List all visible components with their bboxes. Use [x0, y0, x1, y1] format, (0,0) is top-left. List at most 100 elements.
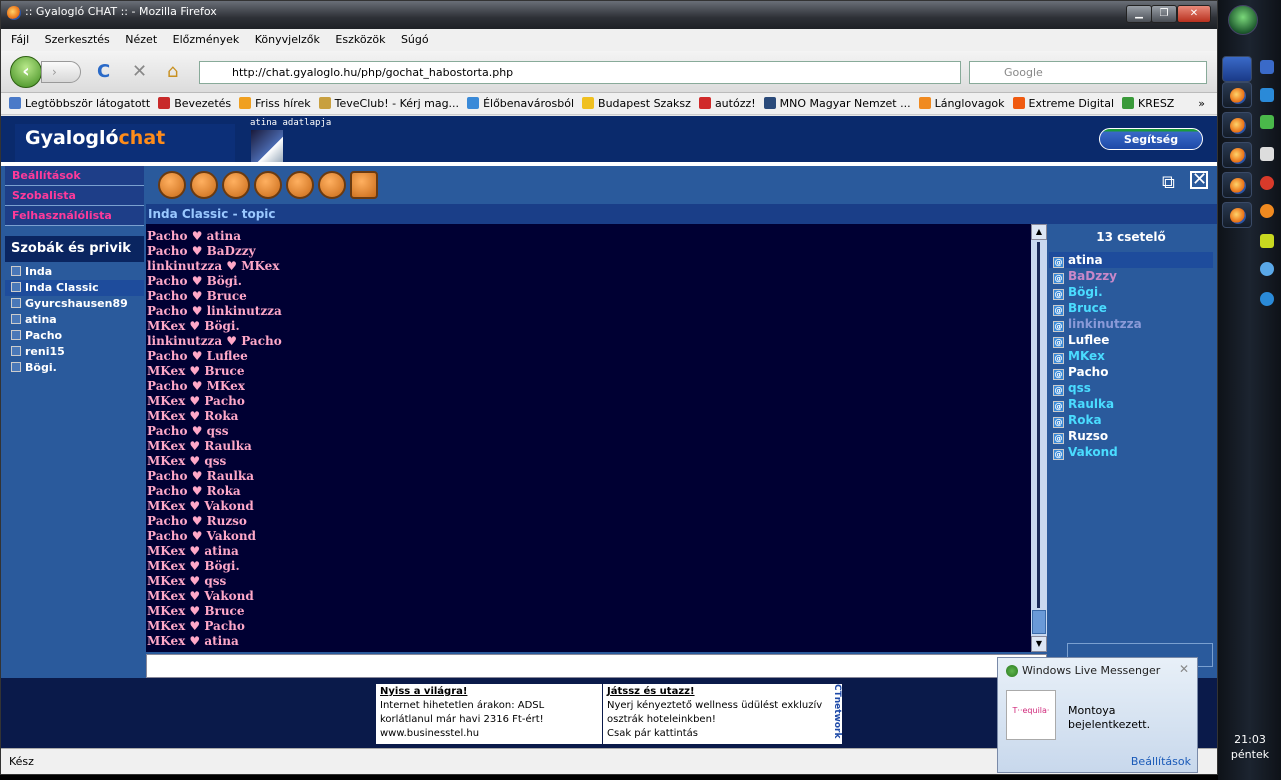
- message-input[interactable]: [146, 654, 1047, 678]
- bookmark-item[interactable]: Élőbenavárosból: [467, 93, 574, 114]
- monitor-icon[interactable]: [1260, 60, 1274, 74]
- menu-userlist[interactable]: Felhasználólista: [5, 206, 144, 226]
- chat-scrollbar[interactable]: ▲ ▼: [1031, 224, 1047, 652]
- site-logo[interactable]: Gyaloglóchat: [15, 124, 235, 162]
- emote-icon[interactable]: [190, 171, 218, 199]
- avatar[interactable]: [251, 130, 283, 162]
- ad-link[interactable]: www.businesstel.hu: [380, 728, 479, 739]
- scroll-down-icon[interactable]: ▼: [1031, 636, 1047, 652]
- back-button[interactable]: ‹: [10, 56, 42, 88]
- reload-icon[interactable]: C: [97, 61, 110, 83]
- taskbar-item[interactable]: [1222, 56, 1252, 82]
- scroll-thumb[interactable]: [1032, 610, 1046, 634]
- search-input[interactable]: Google: [969, 61, 1207, 84]
- home-icon[interactable]: ⌂: [167, 61, 178, 83]
- user-item[interactable]: @ Raulka: [1049, 396, 1213, 412]
- user-item[interactable]: @ Luflee: [1049, 332, 1213, 348]
- opera-icon[interactable]: [1260, 176, 1274, 190]
- room-item[interactable]: Inda Classic: [5, 280, 144, 296]
- taskbar-item[interactable]: [1222, 112, 1252, 138]
- note-icon[interactable]: [350, 171, 378, 199]
- bookmark-item[interactable]: Legtöbbször látogatott: [9, 93, 150, 114]
- room-item[interactable]: Inda: [5, 264, 144, 280]
- bookmark-item[interactable]: Friss hírek: [239, 93, 311, 114]
- menu-bookmarks[interactable]: Könyvjelzők: [255, 33, 320, 46]
- user-item[interactable]: @ Vakond: [1049, 444, 1213, 460]
- messenger-settings-link[interactable]: Beállítások: [1131, 755, 1191, 768]
- room-item[interactable]: reni15: [5, 344, 144, 360]
- ie-icon[interactable]: [1260, 88, 1274, 102]
- globe-icon[interactable]: [1260, 262, 1274, 276]
- bookmark-item[interactable]: Lánglovagok: [918, 93, 1005, 114]
- ad-box-1[interactable]: Nyiss a világra! Internet hihetetlen ára…: [376, 684, 602, 744]
- bookmark-item[interactable]: MNO Magyar Nemzet ...: [763, 93, 911, 114]
- ad-link[interactable]: Csak pár kattintás: [607, 728, 698, 739]
- user-status-icon: @: [1053, 321, 1064, 332]
- menu-tools[interactable]: Eszközök: [335, 33, 385, 46]
- face-icon[interactable]: [318, 171, 346, 199]
- user-item[interactable]: @ qss: [1049, 380, 1213, 396]
- bookmark-item[interactable]: Extreme Digital: [1012, 93, 1114, 114]
- taskbar-item[interactable]: [1222, 82, 1252, 108]
- app-icon[interactable]: [1260, 234, 1274, 248]
- close-chat-icon[interactable]: ✕: [1190, 171, 1208, 189]
- smiley-icon[interactable]: [158, 171, 186, 199]
- ad-box-2[interactable]: Játssz és utazz! Nyerj kényeztető wellne…: [603, 684, 828, 744]
- clock[interactable]: 21:03 péntek: [1222, 732, 1278, 762]
- scroll-up-icon[interactable]: ▲: [1031, 224, 1047, 240]
- drive-icon[interactable]: [1260, 147, 1274, 161]
- window-restore-icon[interactable]: ⧉: [1162, 172, 1175, 193]
- forward-button[interactable]: ›: [41, 61, 81, 83]
- user-item[interactable]: @ Ruzso: [1049, 428, 1213, 444]
- menu-roomlist[interactable]: Szobalista: [5, 186, 144, 206]
- profile-label[interactable]: atina adatlapja: [250, 118, 331, 128]
- minimize-button[interactable]: ▁: [1126, 5, 1152, 23]
- close-icon[interactable]: ✕: [1179, 662, 1189, 676]
- room-item[interactable]: Gyurcshausen89: [5, 296, 144, 312]
- messenger-notification[interactable]: Windows Live Messenger ✕ T··equila· Mont…: [997, 657, 1198, 773]
- user-item[interactable]: @ BaDzzy: [1049, 268, 1213, 284]
- bookmark-item[interactable]: Bevezetés: [158, 93, 231, 114]
- bookmark-item[interactable]: KRESZ: [1122, 93, 1174, 114]
- user-item[interactable]: @ Bruce: [1049, 300, 1213, 316]
- phone-icon[interactable]: [222, 171, 250, 199]
- start-button[interactable]: [1228, 5, 1258, 35]
- menu-view[interactable]: Nézet: [125, 33, 157, 46]
- search-icon[interactable]: [1260, 292, 1274, 306]
- user-item[interactable]: @ Roka: [1049, 412, 1213, 428]
- user-item[interactable]: @ atina: [1049, 252, 1213, 268]
- stop-icon[interactable]: ✕: [132, 61, 147, 83]
- bomb-icon[interactable]: [254, 171, 282, 199]
- room-item[interactable]: Bögi.: [5, 360, 144, 376]
- room-item[interactable]: Pacho: [5, 328, 144, 344]
- messenger-message[interactable]: Montoya bejelentkezett.: [1068, 704, 1150, 732]
- menu-history[interactable]: Előzmények: [173, 33, 240, 46]
- user-item[interactable]: @ Pacho: [1049, 364, 1213, 380]
- menu-edit[interactable]: Szerkesztés: [45, 33, 110, 46]
- maximize-button[interactable]: ❐: [1151, 5, 1177, 23]
- ad-title[interactable]: Játssz és utazz!: [607, 686, 695, 697]
- mail-icon[interactable]: [286, 171, 314, 199]
- user-item[interactable]: @ MKex: [1049, 348, 1213, 364]
- ad-title[interactable]: Nyiss a világra!: [380, 686, 467, 697]
- user-item[interactable]: @ Bögi.: [1049, 284, 1213, 300]
- bookmarks-overflow-button[interactable]: »: [1198, 93, 1205, 114]
- room-item[interactable]: atina: [5, 312, 144, 328]
- firefox-icon[interactable]: [1260, 204, 1274, 218]
- menu-settings[interactable]: Beállítások: [5, 166, 144, 186]
- bookmark-item[interactable]: autózz!: [698, 93, 756, 114]
- taskbar-item[interactable]: [1222, 142, 1252, 168]
- contacts-icon[interactable]: [1260, 115, 1274, 129]
- bookmark-item[interactable]: Budapest Szaksz: [582, 93, 691, 114]
- help-button[interactable]: Segítség: [1099, 128, 1203, 150]
- taskbar-item[interactable]: [1222, 172, 1252, 198]
- menu-help[interactable]: Súgó: [401, 33, 429, 46]
- menu-file[interactable]: Fájl: [11, 33, 29, 46]
- url-input[interactable]: http://chat.gyaloglo.hu/php/gochat_habos…: [199, 61, 961, 84]
- user-item[interactable]: @ linkinutzza: [1049, 316, 1213, 332]
- ad-network-label[interactable]: CTnetwork: [828, 684, 842, 744]
- close-button[interactable]: ✕: [1177, 5, 1211, 23]
- chat-message: MKex ♥ atina: [147, 634, 239, 648]
- bookmark-item[interactable]: TeveClub! - Kérj mag...: [318, 93, 459, 114]
- taskbar-item[interactable]: [1222, 202, 1252, 228]
